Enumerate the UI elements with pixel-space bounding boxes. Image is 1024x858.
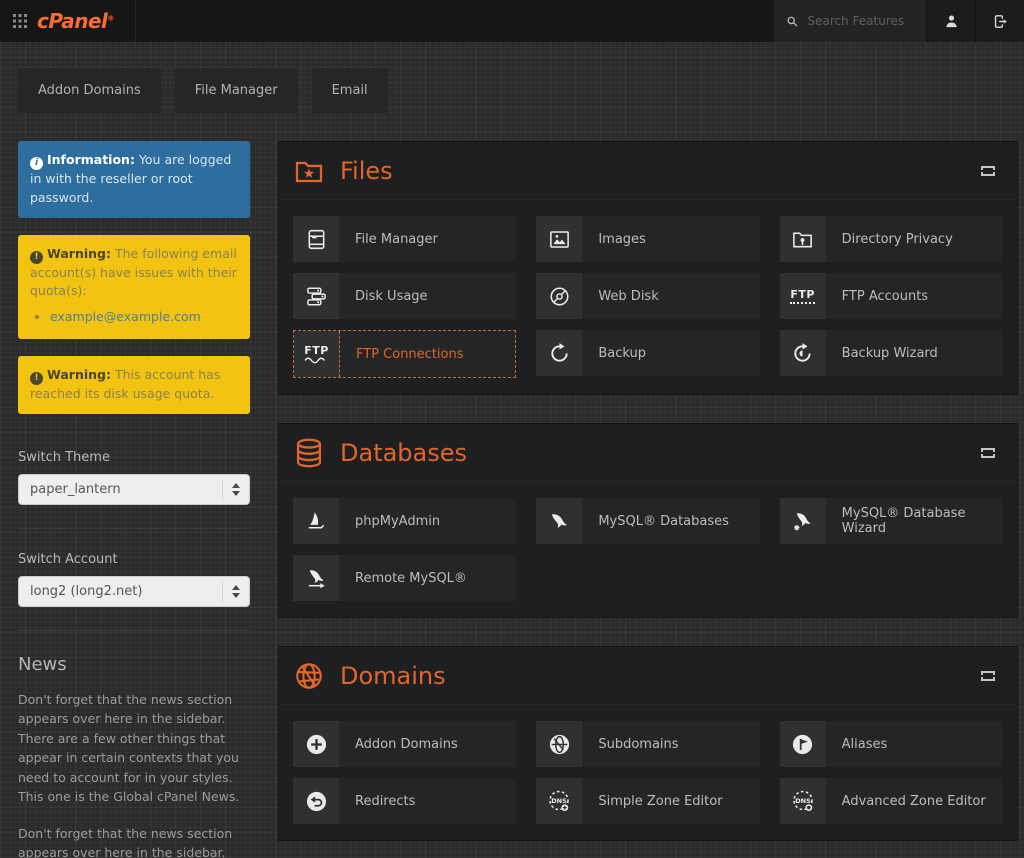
feature-disk-usage[interactable]: Disk Usage	[293, 273, 517, 319]
account-select-value: long2 (long2.net)	[30, 583, 143, 599]
subdomains-icon	[549, 734, 569, 754]
feature-redirects[interactable]: Redirects	[293, 778, 517, 824]
web-disk-icon	[550, 286, 569, 306]
section-title: Domains	[340, 661, 446, 690]
svg-text:DNS: DNS	[552, 797, 568, 805]
feature-subdomains[interactable]: Subdomains	[536, 721, 760, 767]
feature-phpmyadmin[interactable]: phpMyAdmin	[293, 498, 517, 544]
addon-domains-icon	[306, 734, 326, 754]
logout-icon	[994, 14, 1007, 28]
section-databases: Databases phpMyAdmin MySQL® Databases My…	[278, 423, 1018, 618]
collapse-section-icon[interactable]	[981, 447, 995, 458]
feature-ftp-connections[interactable]: FTP FTP Connections	[293, 330, 517, 378]
section-title: Databases	[340, 438, 468, 467]
images-icon	[549, 230, 569, 248]
feature-search[interactable]	[774, 0, 926, 42]
theme-select-value: paper_lantern	[30, 481, 121, 497]
collapse-section-icon[interactable]	[981, 165, 995, 176]
news-title: News	[18, 653, 67, 675]
svg-text:DNS: DNS	[795, 797, 811, 805]
feature-mysql-databases[interactable]: MySQL® Databases	[536, 498, 760, 544]
feature-ftp-accounts[interactable]: FTP FTP Accounts	[779, 273, 1003, 319]
cpanel-logo[interactable]: cPanel®	[37, 9, 114, 33]
logo-area: cPanel®	[0, 0, 136, 42]
feature-file-manager[interactable]: File Manager	[293, 216, 517, 262]
info-icon: i	[30, 157, 43, 170]
tab-addon-domains[interactable]: Addon Domains	[18, 68, 161, 113]
mysql-databases-icon	[551, 513, 567, 527]
mysql-database-wizard-icon	[794, 512, 811, 531]
ftp-accounts-icon: FTP	[790, 289, 815, 304]
feature-advanced-zone-editor[interactable]: DNS Advanced Zone Editor	[779, 778, 1003, 824]
warning-icon: !	[30, 250, 43, 264]
globe-icon	[296, 662, 322, 689]
info-notice: i Information: You are logged in with the…	[18, 141, 250, 218]
switch-theme-label: Switch Theme	[18, 449, 110, 465]
feature-aliases[interactable]: Aliases	[779, 721, 1003, 767]
aliases-icon	[793, 734, 813, 754]
main-content: Files File Manager Images Directory Priv…	[278, 141, 1018, 858]
directory-privacy-icon	[793, 232, 813, 247]
switch-account-label: Switch Account	[18, 551, 118, 567]
sidebar: i Information: You are logged in with the…	[18, 141, 250, 858]
simple-zone-editor-icon: DNS	[549, 790, 570, 811]
tab-email[interactable]: Email	[311, 68, 388, 113]
database-icon	[296, 438, 322, 467]
theme-select[interactable]: paper_lantern	[18, 473, 250, 505]
sidebar-divider	[18, 629, 250, 631]
folder-star-icon	[295, 161, 323, 182]
topbar: cPanel®	[0, 0, 1024, 42]
user-button[interactable]	[926, 0, 975, 42]
select-stepper-icon	[222, 580, 249, 602]
feature-remote-mysql[interactable]: Remote MySQL®	[293, 555, 517, 601]
feature-addon-domains[interactable]: Addon Domains	[293, 721, 517, 767]
backup-wizard-icon	[794, 342, 811, 362]
logout-button[interactable]	[975, 0, 1024, 42]
feature-web-disk[interactable]: Web Disk	[536, 273, 760, 319]
feature-backup-wizard[interactable]: Backup Wizard	[779, 330, 1003, 376]
feature-mysql-database-wizard[interactable]: MySQL® Database Wizard	[779, 498, 1003, 544]
feature-directory-privacy[interactable]: Directory Privacy	[779, 216, 1003, 262]
select-stepper-icon	[222, 478, 249, 500]
remote-mysql-icon	[308, 569, 325, 588]
files-section-header: Files	[279, 142, 1017, 200]
trademark-mark: ®	[107, 14, 114, 23]
email-account-link[interactable]: example@example.com	[50, 309, 201, 324]
section-title: Files	[340, 156, 393, 185]
collapse-section-icon[interactable]	[981, 670, 995, 681]
warning-strong: Warning:	[47, 245, 111, 261]
phpmyadmin-icon	[308, 511, 324, 528]
tab-file-manager[interactable]: File Manager	[174, 68, 298, 113]
databases-section-header: Databases	[279, 424, 1017, 482]
feature-backup[interactable]: Backup	[536, 330, 760, 376]
warning-strong: Warning:	[47, 366, 111, 382]
ftp-connections-icon: FTP	[304, 345, 329, 364]
redirects-icon	[306, 791, 326, 811]
user-icon	[945, 15, 957, 27]
account-select[interactable]: long2 (long2.net)	[18, 575, 250, 607]
news-paragraph-reseller: Don't forget that the news section appea…	[18, 825, 233, 858]
news-paragraph-global: Don't forget that the news section appea…	[18, 691, 240, 805]
feature-simple-zone-editor[interactable]: DNS Simple Zone Editor	[536, 778, 760, 824]
sidebar-divider	[18, 527, 250, 529]
warning-notice-email-quota: ! Warning: The following email account(s)…	[18, 234, 250, 339]
search-input[interactable]	[807, 14, 914, 28]
info-strong: Information:	[47, 152, 135, 167]
warning-icon: !	[30, 371, 43, 385]
news-section: News Don't forget that the news section …	[18, 654, 250, 858]
disk-usage-icon	[306, 287, 326, 305]
open-feature-tabs: Addon Domains File Manager Email	[0, 42, 1024, 113]
search-icon	[787, 16, 798, 27]
domains-section-header: Domains	[279, 647, 1017, 705]
file-manager-icon	[308, 229, 324, 249]
advanced-zone-editor-icon: DNS	[792, 790, 813, 811]
section-domains: Domains Addon Domains Subdomains Aliases…	[278, 646, 1018, 841]
feature-images[interactable]: Images	[536, 216, 760, 262]
section-files: Files File Manager Images Directory Priv…	[278, 141, 1018, 395]
warning-notice-disk-quota: ! Warning: This account has reached its d…	[18, 355, 250, 414]
backup-icon	[551, 342, 568, 362]
apps-grid-icon[interactable]	[13, 14, 27, 28]
